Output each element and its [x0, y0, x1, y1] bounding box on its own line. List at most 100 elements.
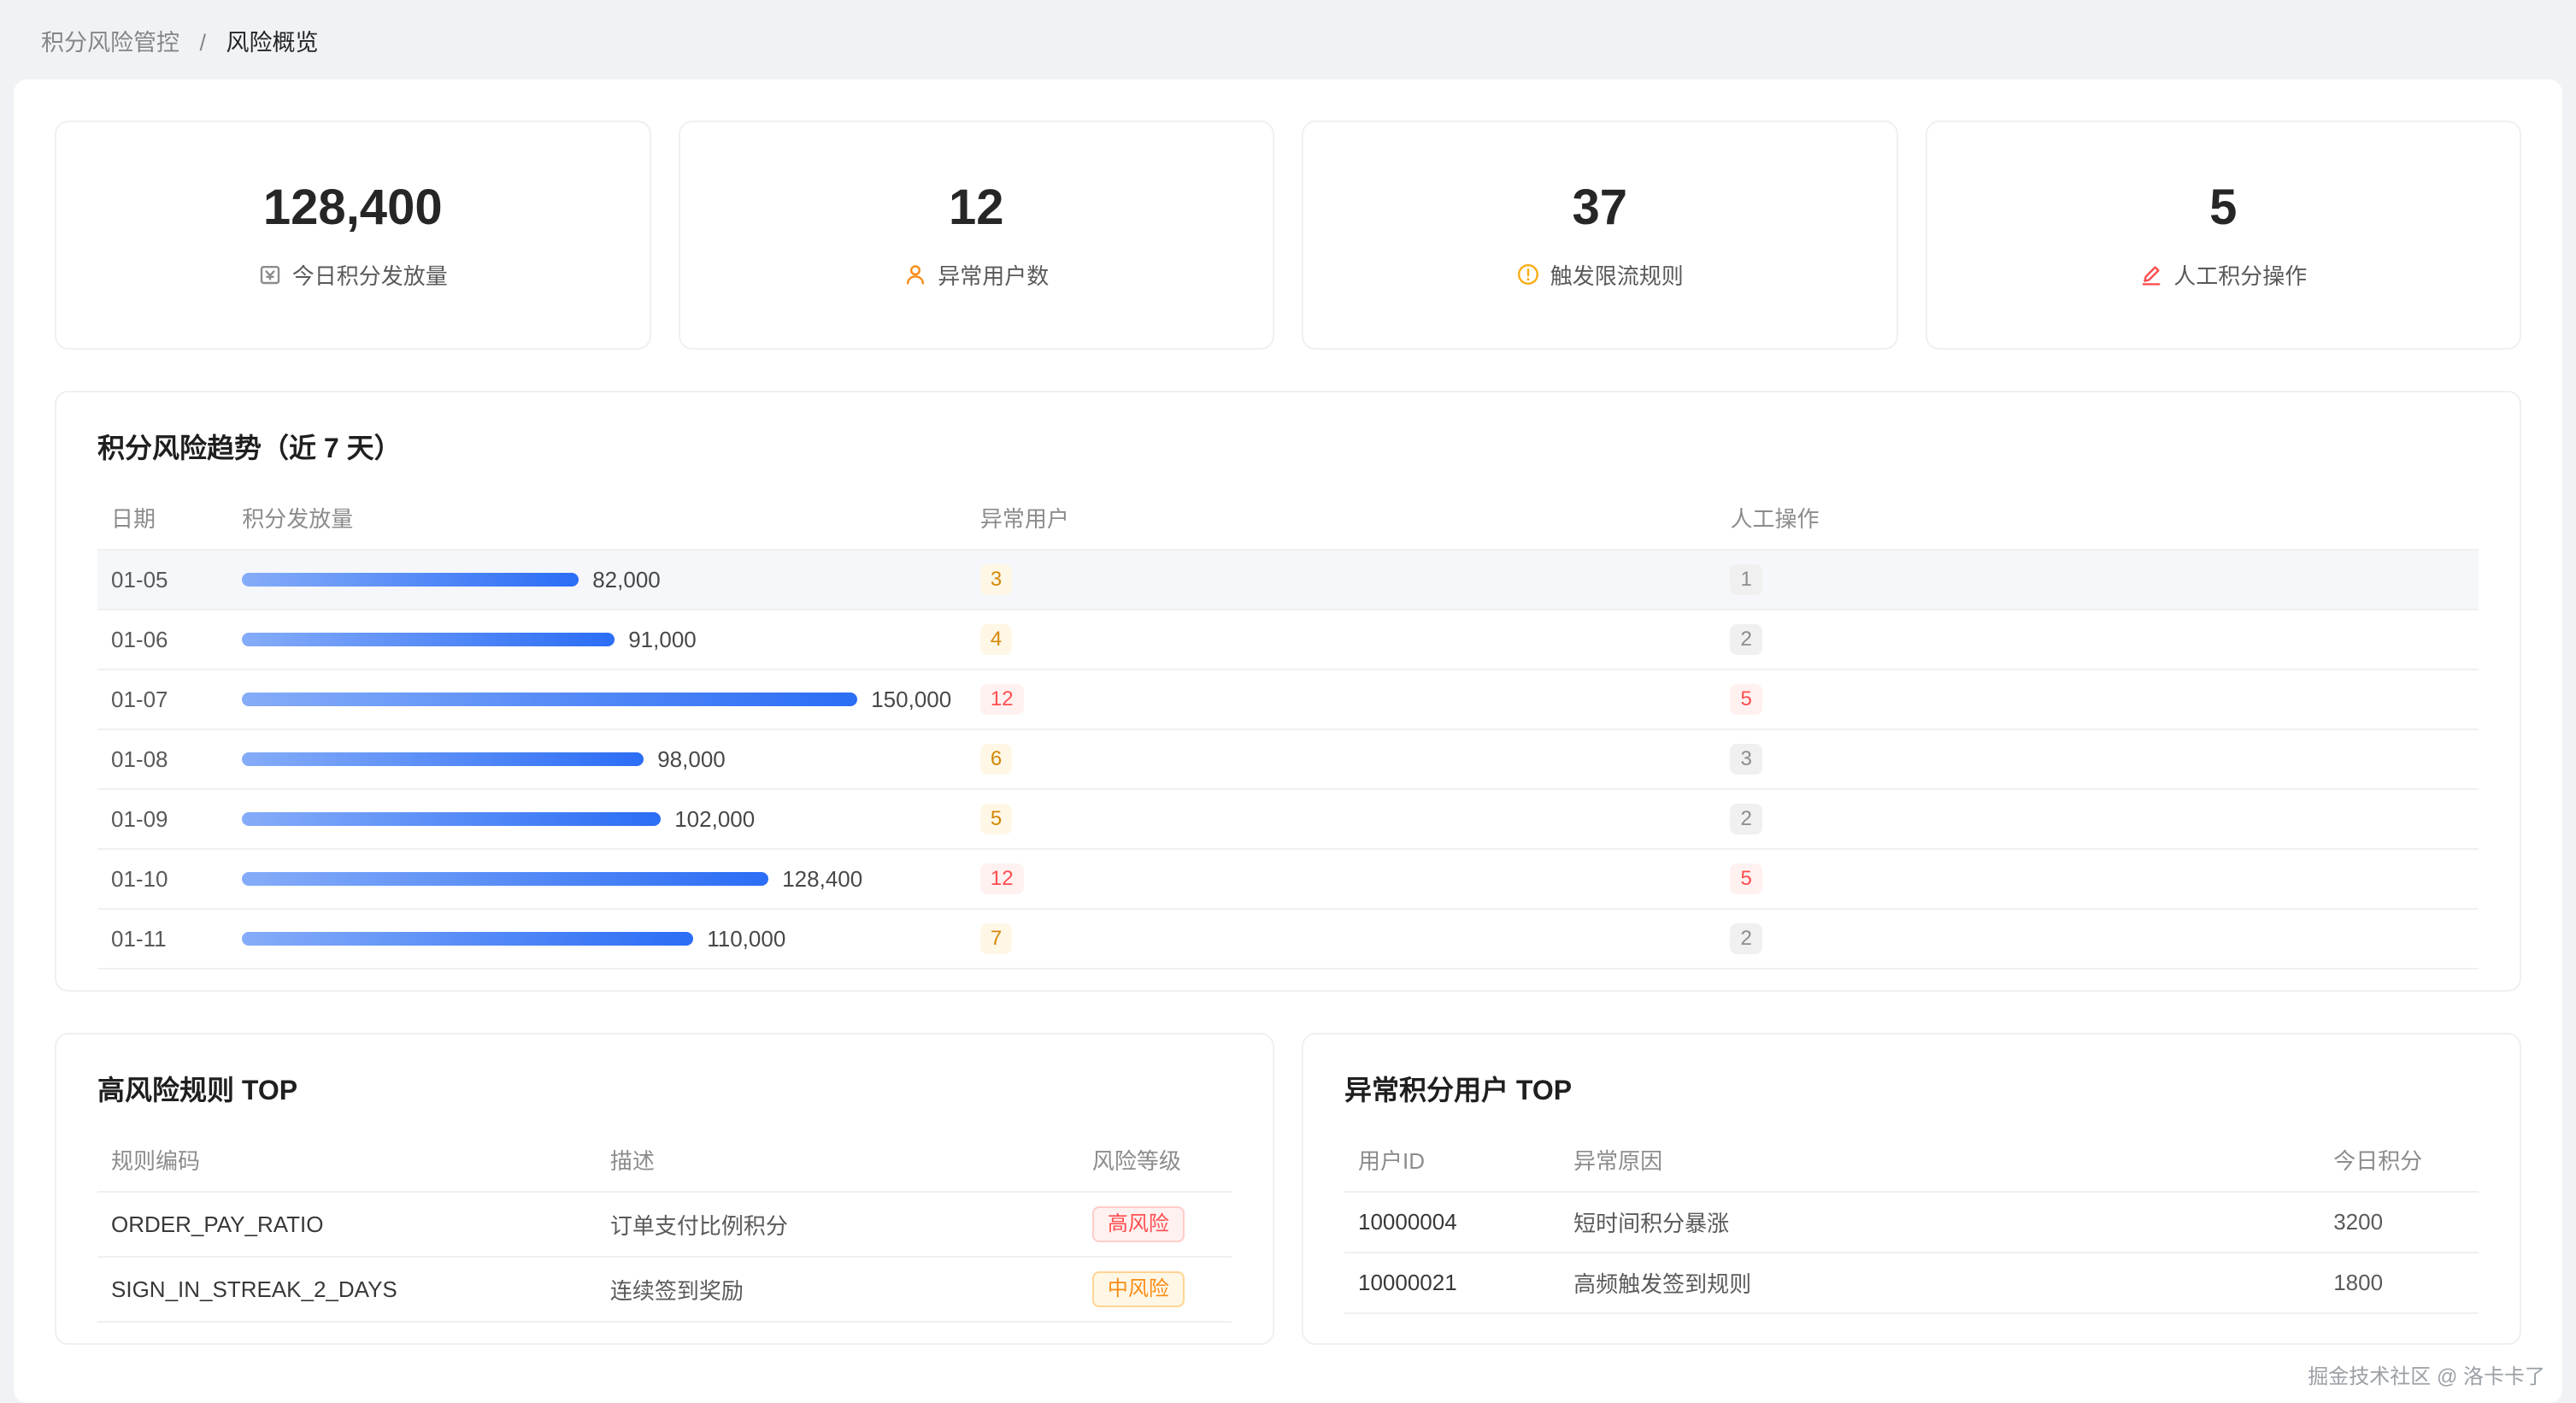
- trend-date: 01-08: [97, 729, 228, 789]
- stat-label: 触发限流规则: [1550, 259, 1684, 291]
- issued-bar: [242, 693, 857, 706]
- edit-pen-icon: [2139, 262, 2163, 286]
- issued-bar: [242, 872, 768, 886]
- issued-bar: [242, 573, 579, 587]
- issued-value: 98,000: [657, 746, 726, 773]
- issued-bar: [242, 932, 693, 946]
- rules-title: 高风险规则 TOP: [97, 1069, 1232, 1108]
- risk-level-tag: 中风险: [1092, 1271, 1185, 1307]
- abnormal-count-badge: 6: [980, 744, 1012, 775]
- issued-bar-group: 82,000: [242, 567, 953, 593]
- stat-label: 异常用户数: [938, 259, 1049, 291]
- trend-issued-cell: 82,000: [228, 550, 967, 610]
- trend-issued-cell: 102,000: [228, 789, 967, 849]
- trend-table-row[interactable]: 01-07 150,000 12 5: [97, 669, 2479, 729]
- trend-date: 01-07: [97, 669, 228, 729]
- user-id: 10000004: [1344, 1192, 1560, 1253]
- rule-level-cell: 中风险: [1079, 1257, 1232, 1322]
- trend-card: 积分风险趋势（近 7 天） 日期 积分发放量 异常用户 人工操作 01-0582…: [55, 391, 2521, 992]
- trend-manual-cell: 2: [1716, 610, 2479, 669]
- stat-label: 人工积分操作: [2173, 259, 2307, 291]
- trend-col-abnormal: 异常用户: [967, 486, 1717, 550]
- trend-table-row[interactable]: 01-11 110,000 72: [97, 909, 2479, 969]
- manual-count-badge: 5: [1730, 864, 1761, 894]
- users-col-points: 今日积分: [2320, 1129, 2479, 1192]
- rules-table-row: SIGN_IN_STREAK_2_DAYS连续签到奖励中风险: [97, 1257, 1232, 1322]
- issued-bar-group: 91,000: [242, 627, 953, 653]
- breadcrumb-item-current: 风险概览: [226, 30, 319, 56]
- rules-header-row: 规则编码 描述 风险等级: [97, 1129, 1232, 1192]
- trend-table-row[interactable]: 01-0691,00042: [97, 610, 2479, 669]
- trend-issued-cell: 128,400: [228, 849, 967, 909]
- trend-manual-cell: 2: [1716, 909, 2479, 969]
- stat-card-abnormal-users: 12 异常用户数: [679, 121, 1275, 350]
- trend-table-row[interactable]: 01-10 128,400 12 5: [97, 849, 2479, 909]
- stat-card-rate-limit-rules: 37 触发限流规则: [1302, 121, 1898, 350]
- rules-table: 规则编码 描述 风险等级 ORDER_PAY_RATIO订单支付比例积分高风险S…: [97, 1129, 1232, 1323]
- issued-value: 128,400: [782, 866, 862, 893]
- today-points: 3200: [2320, 1192, 2479, 1253]
- trend-manual-cell: 5: [1716, 849, 2479, 909]
- trend-manual-cell: 1: [1716, 550, 2479, 610]
- risk-level-tag: 高风险: [1092, 1206, 1185, 1242]
- stat-value: 37: [1572, 180, 1627, 237]
- stat-card-manual-operations: 5 人工积分操作: [1926, 121, 2522, 350]
- rule-level-cell: 高风险: [1079, 1192, 1232, 1257]
- abnormal-count-badge: 12: [980, 864, 1024, 894]
- issued-bar-group: 98,000: [242, 746, 953, 773]
- trend-table-row[interactable]: 01-08 98,000 6 3: [97, 729, 2479, 789]
- user-id: 10000021: [1344, 1253, 1560, 1313]
- trend-table-row[interactable]: 01-0582,00031: [97, 550, 2479, 610]
- trend-date: 01-11: [97, 909, 228, 969]
- trend-abnormal-cell: 4: [967, 610, 1717, 669]
- trend-table: 日期 积分发放量 异常用户 人工操作 01-0582,0003101-0691,…: [97, 486, 2479, 970]
- trend-manual-cell: 3: [1716, 729, 2479, 789]
- trend-col-manual: 人工操作: [1716, 486, 2479, 550]
- abnormal-reason: 高频触发签到规则: [1560, 1253, 2320, 1313]
- issued-value: 110,000: [707, 926, 785, 952]
- trend-date: 01-10: [97, 849, 228, 909]
- issued-bar: [242, 752, 644, 766]
- trend-abnormal-cell: 12: [967, 849, 1717, 909]
- stat-value: 128,400: [263, 180, 443, 237]
- breadcrumb-item-parent[interactable]: 积分风险管控: [41, 30, 179, 56]
- trend-manual-cell: 2: [1716, 789, 2479, 849]
- issued-value: 102,000: [674, 806, 755, 833]
- bottom-section: 高风险规则 TOP 规则编码 描述 风险等级 ORDER_PAY_RATIO订单…: [55, 1033, 2521, 1345]
- today-points: 1800: [2320, 1253, 2479, 1313]
- abnormal-reason: 短时间积分暴涨: [1560, 1192, 2320, 1253]
- issued-bar-group: 102,000: [242, 806, 953, 833]
- issued-bar: [242, 633, 615, 646]
- trend-abnormal-cell: 5: [967, 789, 1717, 849]
- trend-manual-cell: 5: [1716, 669, 2479, 729]
- rules-col-code: 规则编码: [97, 1129, 597, 1192]
- issued-bar: [242, 812, 661, 826]
- users-table-row: 10000021高频触发签到规则1800: [1344, 1253, 2479, 1313]
- abnormal-count-badge: 4: [980, 624, 1012, 655]
- users-col-id: 用户ID: [1344, 1129, 1560, 1192]
- trend-abnormal-cell: 7: [967, 909, 1717, 969]
- trend-table-row[interactable]: 01-09102,00052: [97, 789, 2479, 849]
- rules-table-row: ORDER_PAY_RATIO订单支付比例积分高风险: [97, 1192, 1232, 1257]
- trend-abnormal-cell: 12: [967, 669, 1717, 729]
- abnormal-count-badge: 3: [980, 564, 1012, 595]
- issued-value: 91,000: [628, 627, 697, 653]
- main-panel: 128,400 今日积分发放量 12: [14, 80, 2562, 1403]
- trend-issued-cell: 98,000: [228, 729, 967, 789]
- stat-value: 12: [949, 180, 1004, 237]
- stats-row: 128,400 今日积分发放量 12: [55, 121, 2521, 350]
- users-table-row: 10000004短时间积分暴涨3200: [1344, 1192, 2479, 1253]
- manual-count-badge: 2: [1730, 804, 1761, 834]
- users-header-row: 用户ID 异常原因 今日积分: [1344, 1129, 2479, 1192]
- manual-count-badge: 5: [1730, 684, 1761, 715]
- account-book-icon: [258, 262, 282, 286]
- manual-count-badge: 2: [1730, 923, 1761, 954]
- rule-code: SIGN_IN_STREAK_2_DAYS: [97, 1257, 597, 1322]
- issued-value: 150,000: [871, 687, 951, 713]
- trend-title: 积分风险趋势（近 7 天）: [97, 427, 2479, 466]
- breadcrumb-separator: /: [200, 30, 207, 56]
- manual-count-badge: 3: [1730, 744, 1761, 775]
- users-table: 用户ID 异常原因 今日积分 10000004短时间积分暴涨3200100000…: [1344, 1129, 2479, 1314]
- abnormal-count-badge: 5: [980, 804, 1012, 834]
- manual-count-badge: 2: [1730, 624, 1761, 655]
